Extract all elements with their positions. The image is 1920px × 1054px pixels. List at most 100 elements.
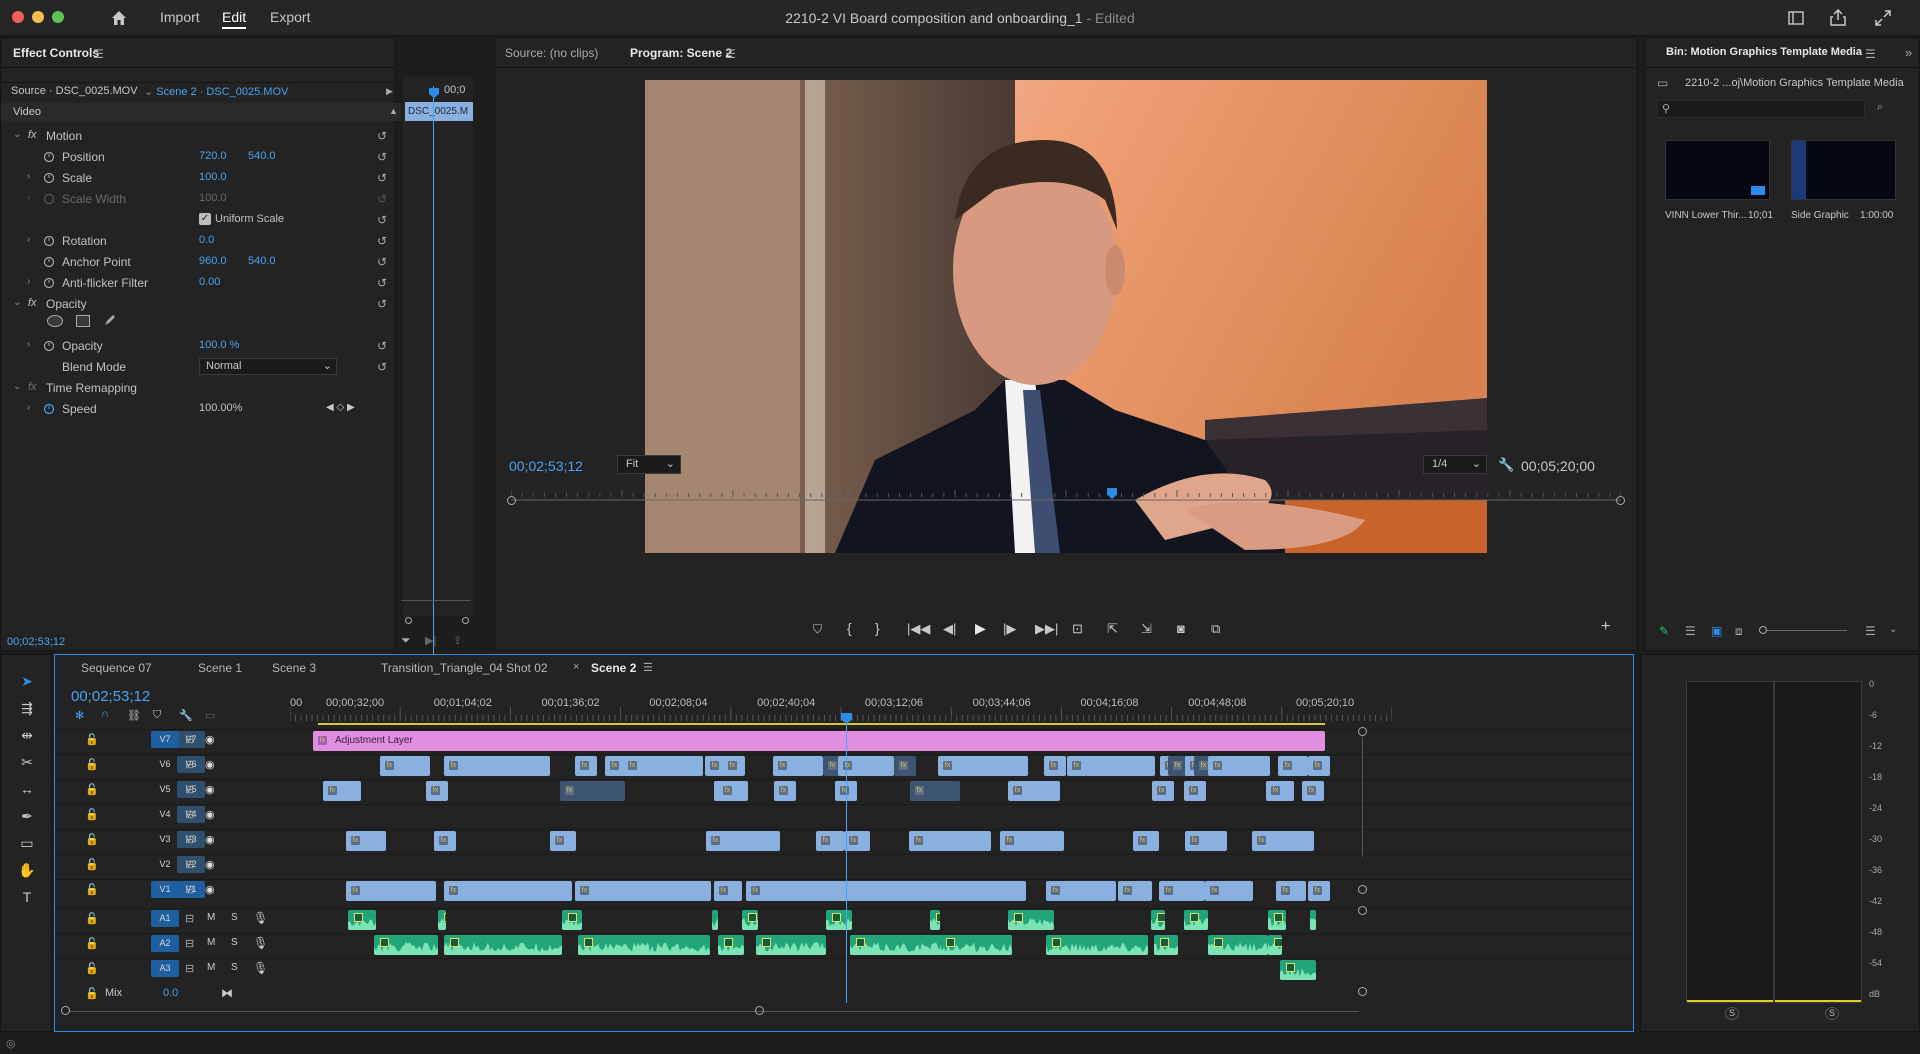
add-marker-icon[interactable]: ⛉ xyxy=(813,622,822,637)
adjustment-layer-clip[interactable]: fx Adjustment Layer xyxy=(313,731,1325,751)
rectangle-mask-icon[interactable] xyxy=(76,315,90,327)
lock-icon[interactable]: 🔓 xyxy=(85,783,99,796)
audio-clip[interactable] xyxy=(826,910,852,930)
mini-clip[interactable]: DSC_0025.M xyxy=(405,102,473,121)
antiflicker-row[interactable]: › Anti-flicker Filter 0.00 ↺ xyxy=(1,272,395,293)
tab-sequence-07[interactable]: Sequence 07 xyxy=(81,661,152,675)
rotation-row[interactable]: › Rotation 0.0 ↺ xyxy=(1,230,395,251)
slip-tool-icon[interactable]: ↔ xyxy=(15,781,39,803)
audio-clip[interactable] xyxy=(718,935,744,955)
wrench-icon[interactable]: 🔧 xyxy=(1498,457,1514,473)
zoom-handle-right[interactable] xyxy=(462,617,469,624)
video-clip[interactable]: fx xyxy=(894,756,916,776)
track-label-v2[interactable]: V2 xyxy=(151,856,179,873)
mix-value[interactable]: 0.0 xyxy=(163,987,178,999)
razor-tool-icon[interactable]: ✂ xyxy=(15,754,39,776)
video-clip[interactable]: fx xyxy=(1276,881,1306,901)
video-clip[interactable]: fx xyxy=(444,756,550,776)
tab-bin[interactable]: Bin: Motion Graphics Template Media xyxy=(1666,46,1862,58)
lock-icon[interactable]: 🔓 xyxy=(85,808,99,821)
video-clip[interactable]: fx xyxy=(1067,756,1155,776)
pen-tool-icon[interactable]: ✒ xyxy=(15,808,39,830)
nav-import[interactable]: Import xyxy=(160,9,200,25)
sync-lock-icon[interactable]: ⊟ xyxy=(185,733,194,746)
ellipse-mask-icon[interactable] xyxy=(47,315,63,327)
play-audio-icon[interactable]: ▶| xyxy=(425,634,436,647)
audio-clip[interactable] xyxy=(1151,910,1165,930)
track-label-v1[interactable]: V1 xyxy=(151,881,179,898)
scrub-zoom-right[interactable] xyxy=(1616,496,1625,505)
timeline-timecode[interactable]: 00;02;53;12 xyxy=(71,688,150,705)
extract-icon[interactable]: ⇲ xyxy=(1141,621,1152,637)
tab-effect-controls[interactable]: Effect Controls xyxy=(13,46,99,60)
video-clip[interactable]: fx xyxy=(1208,756,1270,776)
scale-row[interactable]: › Scale 100.0 ↺ xyxy=(1,167,395,188)
video-clip[interactable]: fx xyxy=(1266,781,1294,801)
video-clip[interactable]: fx xyxy=(1278,756,1308,776)
a-scroll-handle[interactable] xyxy=(1358,906,1367,915)
video-clip[interactable]: fx xyxy=(1152,781,1174,801)
program-timecode[interactable]: 00;02;53;12 xyxy=(509,458,583,474)
reset-icon[interactable]: ↺ xyxy=(377,129,387,143)
audio-clip[interactable] xyxy=(712,910,718,930)
share-icon[interactable] xyxy=(1830,9,1846,26)
add-button-icon[interactable]: + xyxy=(1601,618,1610,636)
video-clip[interactable]: fx xyxy=(1252,831,1314,851)
program-video-frame[interactable] xyxy=(645,80,1487,553)
video-clip[interactable]: fx xyxy=(1133,831,1159,851)
video-clip[interactable]: fx xyxy=(346,881,436,901)
eye-icon[interactable]: ◉ xyxy=(205,783,215,796)
audio-clip[interactable] xyxy=(1280,960,1316,980)
go-to-in-icon[interactable]: |◀◀ xyxy=(907,621,930,637)
lock-icon[interactable]: 🔓 xyxy=(85,937,99,950)
eye-icon[interactable]: ◉ xyxy=(205,808,215,821)
pencil-icon[interactable]: ✎ xyxy=(1659,624,1669,638)
v-scroll-handle[interactable] xyxy=(1358,885,1367,894)
bin-search-input[interactable]: ⚲ xyxy=(1657,100,1865,118)
video-clip[interactable]: fx xyxy=(844,831,870,851)
lock-icon[interactable]: 🔓 xyxy=(85,833,99,846)
close-window-button[interactable] xyxy=(12,11,24,23)
video-clip[interactable]: fx xyxy=(746,881,1026,901)
eye-icon[interactable]: ◉ xyxy=(205,833,215,846)
uniform-scale-row[interactable]: ✓ Uniform Scale ↺ xyxy=(1,209,395,230)
audio-clip[interactable] xyxy=(742,910,758,930)
audio-clip[interactable] xyxy=(940,935,1012,955)
home-icon[interactable] xyxy=(110,9,128,27)
video-clip[interactable]: fx xyxy=(909,831,991,851)
video-clip[interactable]: fx xyxy=(773,756,823,776)
audio-clip[interactable] xyxy=(444,935,562,955)
audio-clip[interactable] xyxy=(562,910,582,930)
panel-menu-icon[interactable]: ☰ xyxy=(1865,47,1876,61)
tab-scene-3[interactable]: Scene 3 xyxy=(272,661,316,675)
track-label-a2[interactable]: A2 xyxy=(151,935,179,952)
audio-clip[interactable] xyxy=(1310,910,1316,930)
track-label-v3[interactable]: V3 xyxy=(151,831,179,848)
video-clip[interactable]: fx xyxy=(323,781,361,801)
find-icon[interactable]: ⌕ xyxy=(1877,101,1883,114)
video-clip[interactable]: fx xyxy=(910,781,960,801)
horizontal-scrollbar[interactable] xyxy=(69,1011,1359,1012)
close-tab-icon[interactable]: × xyxy=(573,661,579,673)
solo-button[interactable]: S xyxy=(231,912,238,923)
sort-icon[interactable]: ☰ xyxy=(1865,624,1876,638)
sync-lock-icon[interactable]: ⊟ xyxy=(185,808,194,821)
track-label-v5[interactable]: V5 xyxy=(151,781,179,798)
sync-lock-icon[interactable]: ⊟ xyxy=(185,883,194,896)
freeform-view-icon[interactable]: ⧈ xyxy=(1735,624,1743,639)
audio-clip[interactable] xyxy=(1046,935,1148,955)
resolution-select[interactable]: 1/4 ⌄ xyxy=(1423,455,1487,474)
anchor-y[interactable]: 540.0 xyxy=(248,255,276,267)
video-clip[interactable]: fx xyxy=(774,781,796,801)
audio-clip[interactable] xyxy=(756,935,826,955)
video-clip[interactable]: fx xyxy=(434,831,456,851)
video-clip[interactable]: fx xyxy=(380,756,430,776)
program-scrubber[interactable] xyxy=(507,488,1625,506)
sync-lock-icon[interactable]: ⊟ xyxy=(185,783,194,796)
lock-icon[interactable]: 🔓 xyxy=(85,962,99,975)
lock-icon[interactable]: 🔓 xyxy=(85,733,99,746)
track-select-tool-icon[interactable]: ⇶ xyxy=(15,700,39,722)
pen-mask-icon[interactable] xyxy=(102,312,118,328)
video-clip[interactable]: fx xyxy=(1205,881,1253,901)
tab-scene-2[interactable]: Scene 2 xyxy=(591,661,636,675)
